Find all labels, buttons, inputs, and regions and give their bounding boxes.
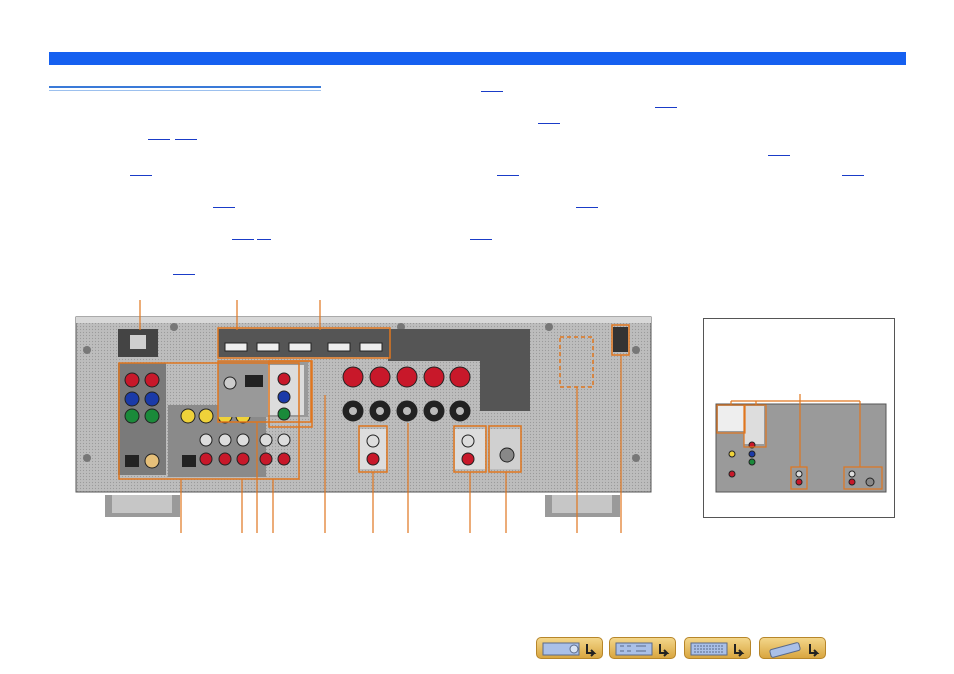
page-ref-link[interactable] bbox=[213, 197, 235, 208]
page-ref-link[interactable] bbox=[576, 197, 598, 208]
page-ref-link[interactable] bbox=[655, 97, 677, 108]
rear-panel-icon bbox=[615, 642, 670, 657]
page-ref-link[interactable] bbox=[842, 165, 864, 176]
page-ref-link[interactable] bbox=[497, 165, 519, 176]
remote-control-icon bbox=[769, 642, 820, 658]
front-panel-icon bbox=[542, 642, 597, 657]
page-ref-link[interactable] bbox=[470, 229, 492, 240]
header-bar bbox=[49, 52, 906, 65]
rear-panel-diagram bbox=[75, 300, 652, 533]
nav-rear-panel-button[interactable] bbox=[609, 637, 676, 659]
page-ref-link[interactable] bbox=[768, 145, 790, 156]
page-ref-link[interactable] bbox=[481, 81, 503, 92]
page-ref-link[interactable] bbox=[538, 113, 560, 124]
section-title-rule-light bbox=[49, 90, 321, 91]
nav-front-panel-button[interactable] bbox=[536, 637, 603, 659]
page-ref-link[interactable] bbox=[173, 264, 195, 275]
section-title-rule bbox=[49, 86, 321, 88]
page-ref-link[interactable] bbox=[148, 129, 170, 140]
display-icon bbox=[690, 642, 745, 657]
nav-remote-control-button[interactable] bbox=[759, 637, 826, 659]
page-ref-link[interactable] bbox=[130, 165, 152, 176]
nav-display-button[interactable] bbox=[684, 637, 751, 659]
inset-closeup bbox=[703, 318, 895, 518]
page-ref-link[interactable] bbox=[175, 129, 197, 140]
inset-panel-drawing bbox=[715, 394, 887, 493]
page-ref-link[interactable] bbox=[257, 229, 271, 240]
page-ref-link[interactable] bbox=[232, 229, 254, 240]
